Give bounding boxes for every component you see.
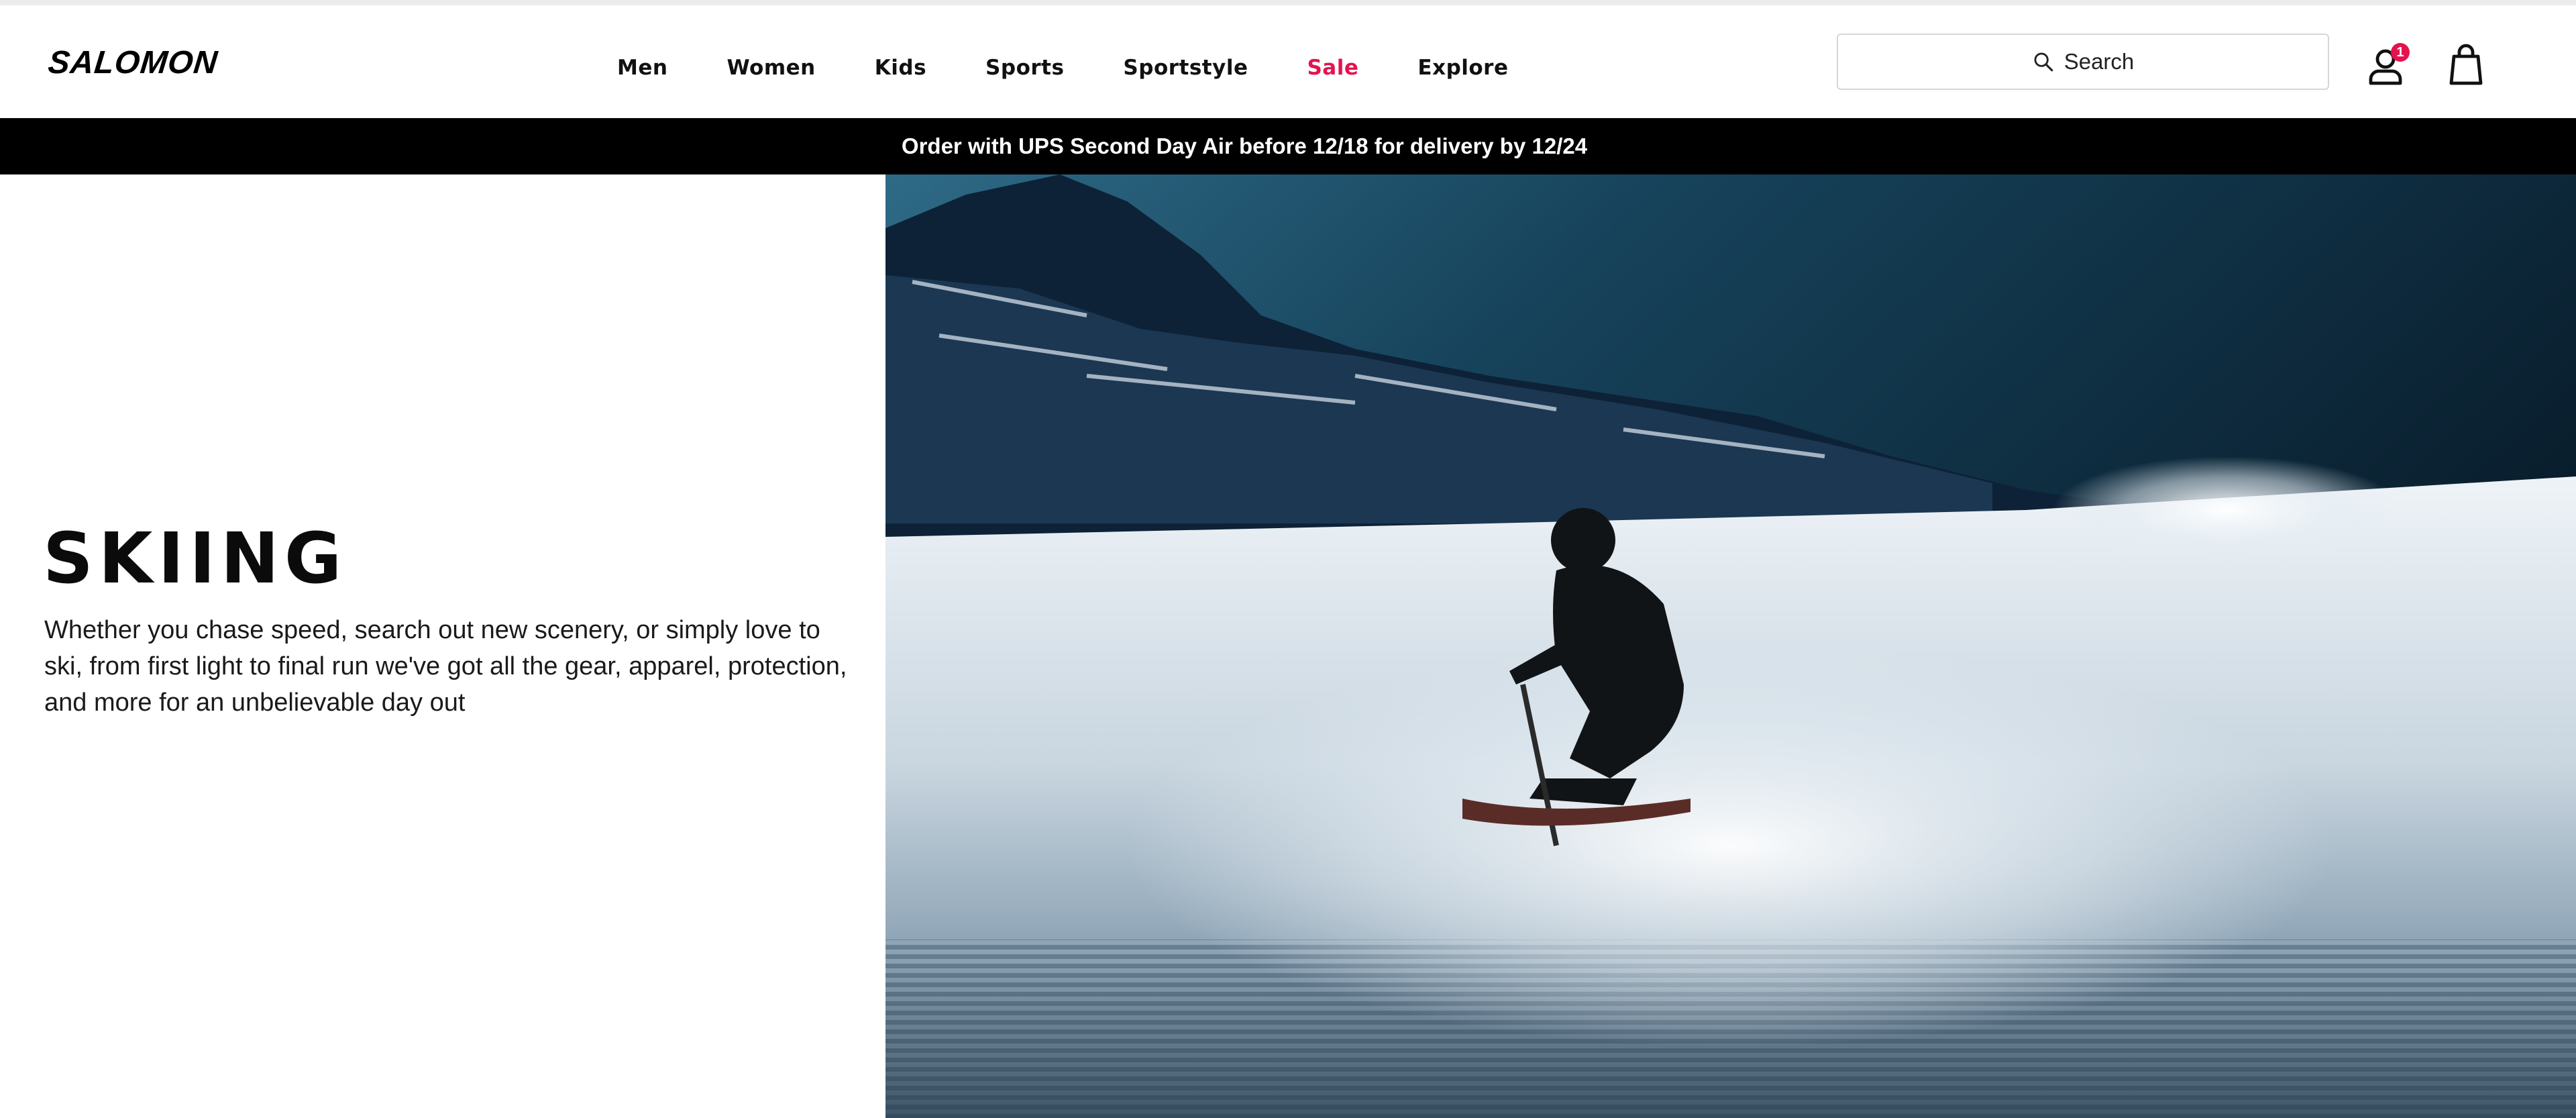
nav-item-explore[interactable]: Explore bbox=[1417, 56, 1508, 80]
top-border bbox=[0, 0, 2576, 5]
promo-text: Order with UPS Second Day Air before 12/… bbox=[901, 134, 1588, 158]
nav-item-women[interactable]: Women bbox=[727, 56, 815, 80]
search-box[interactable]: Search bbox=[1837, 34, 2329, 90]
hero-image bbox=[885, 174, 2576, 1118]
shopping-bag-icon bbox=[2449, 44, 2483, 85]
main-nav: Men Women Kids Sports Sportstyle Sale Ex… bbox=[617, 50, 1568, 86]
site-header: SALOMON Men Women Kids Sports Sportstyle… bbox=[0, 5, 2576, 118]
promo-banner[interactable]: Order with UPS Second Day Air before 12/… bbox=[0, 118, 2576, 174]
skier-photo bbox=[885, 174, 2576, 1118]
nav-item-kids[interactable]: Kids bbox=[875, 56, 926, 80]
search-icon bbox=[2034, 52, 2053, 72]
hero-description: Whether you chase speed, search out new … bbox=[44, 616, 847, 717]
nav-item-sports[interactable]: Sports bbox=[985, 56, 1064, 80]
account-button[interactable]: 1 bbox=[2367, 43, 2410, 87]
nav-item-men[interactable]: Men bbox=[617, 56, 667, 80]
salomon-logo[interactable]: SALOMON bbox=[46, 43, 220, 83]
cart-button[interactable] bbox=[2445, 43, 2487, 86]
nav-item-sale[interactable]: Sale bbox=[1307, 56, 1358, 80]
account-badge: 1 bbox=[2391, 43, 2410, 62]
search-label: Search bbox=[2063, 49, 2135, 74]
hero-title: SKIING bbox=[43, 517, 347, 599]
nav-item-sportstyle[interactable]: Sportstyle bbox=[1123, 56, 1248, 80]
hero-text-panel: SKIING Whether you chase speed, search o… bbox=[0, 174, 885, 1118]
